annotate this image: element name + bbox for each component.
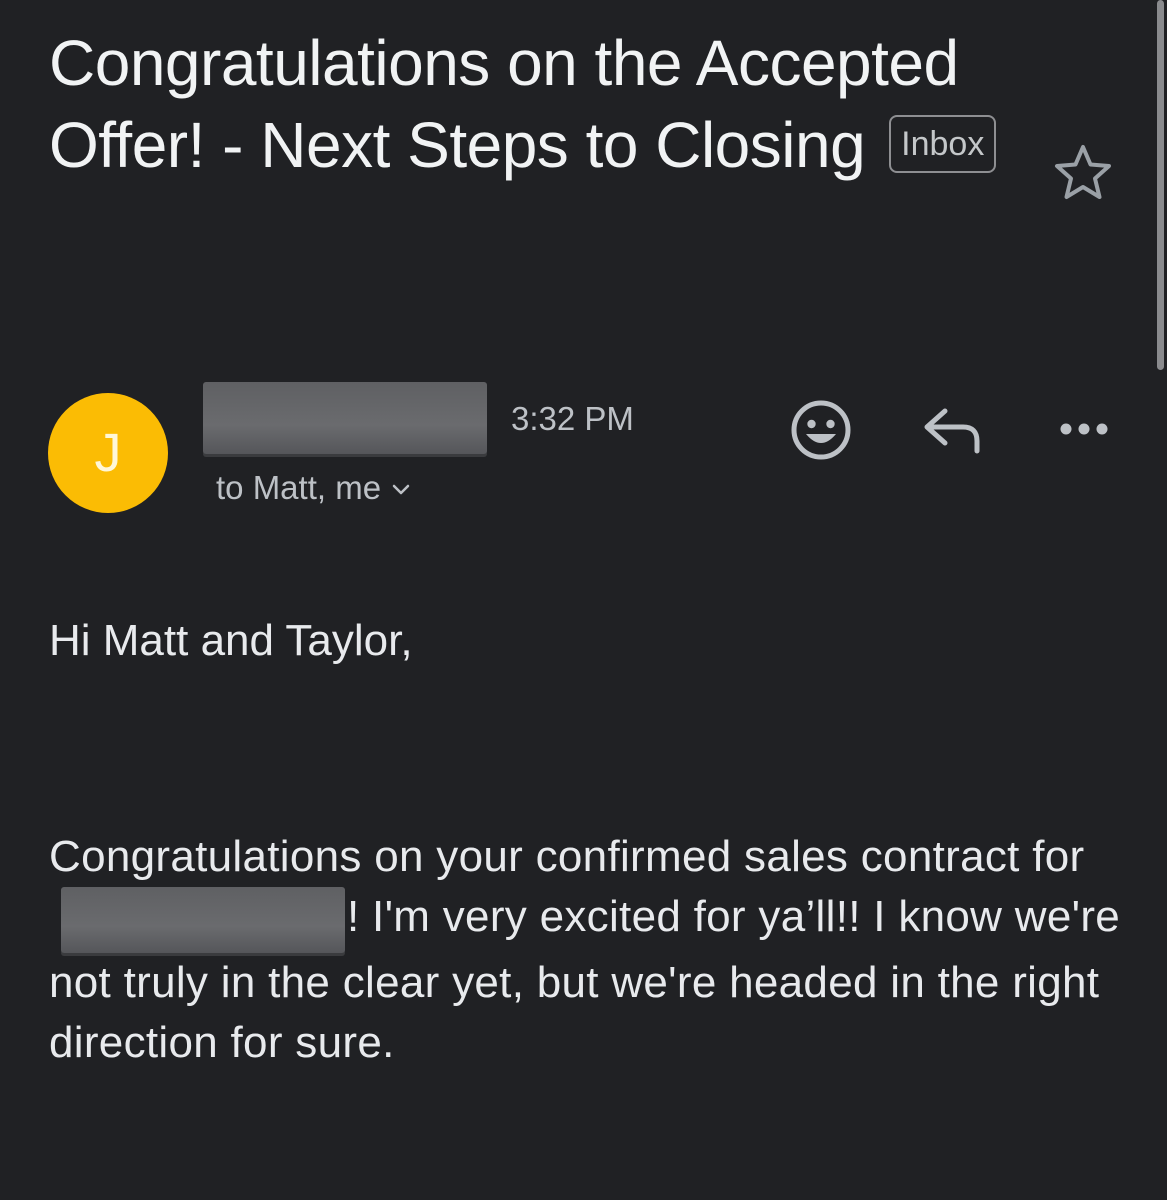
inbox-label-chip[interactable]: Inbox (889, 115, 997, 174)
add-reaction-icon[interactable] (789, 398, 853, 462)
email-time: 3:32 PM (511, 400, 634, 437)
property-address-redacted (61, 887, 345, 953)
email-greeting: Hi Matt and Taylor, (49, 616, 413, 665)
email-body: Congratulations on your confirmed sales … (49, 827, 1129, 1073)
chevron-down-icon (392, 485, 410, 495)
sender-name-redacted (203, 382, 487, 454)
recipients-toggle[interactable]: to Matt, me (216, 468, 411, 508)
sender-avatar[interactable]: J (48, 393, 168, 513)
body-text-part-1: Congratulations on your confirmed sales … (49, 832, 1085, 881)
subject-text: Congratulations on the Accepted Offer! -… (49, 27, 959, 181)
recipients-text: to Matt, me (216, 469, 382, 506)
star-icon[interactable] (1052, 143, 1114, 201)
more-horizontal-icon[interactable] (1058, 418, 1110, 440)
email-subject: Congratulations on the Accepted Offer! -… (49, 22, 1029, 186)
reply-icon[interactable] (921, 405, 983, 455)
scrollbar[interactable] (1157, 0, 1164, 370)
